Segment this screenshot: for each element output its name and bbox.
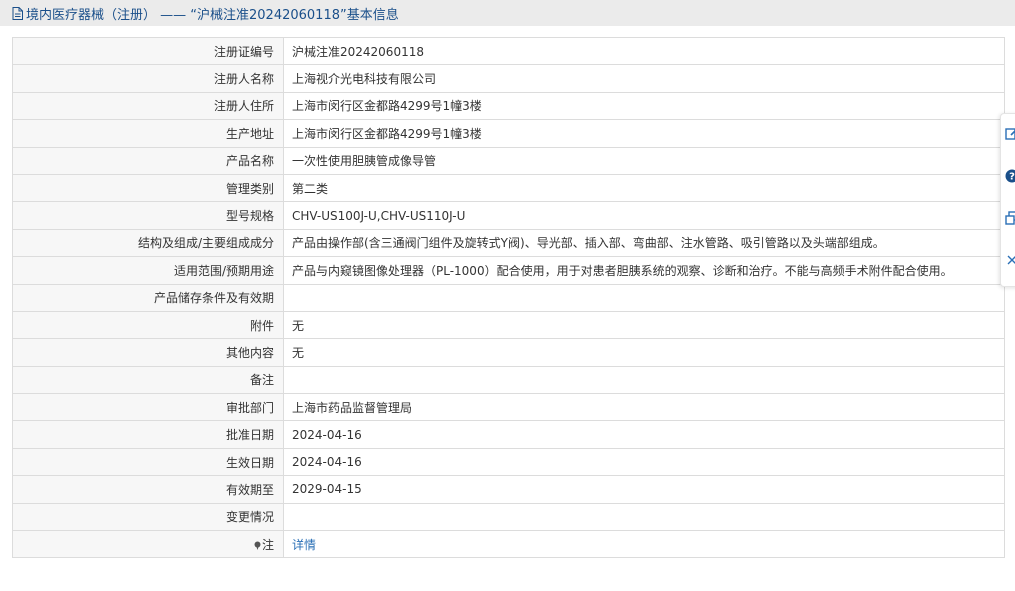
table-row: 产品储存条件及有效期 [12, 283, 1005, 312]
row-label: 型号规格 [12, 201, 284, 230]
row-label-note: 注 [12, 530, 284, 559]
copy-icon[interactable] [1005, 211, 1015, 225]
info-table-container: 注册证编号 沪械注准20242060118 注册人名称 上海视介光电科技有限公司 注册人… [12, 36, 1005, 559]
row-value: 2024-04-16 [283, 420, 1005, 449]
row-value: 上海市闵行区金都路4299号1幢3楼 [283, 91, 1005, 121]
row-value: 无 [283, 338, 1005, 367]
pin-icon [254, 541, 261, 550]
row-value: CHV-US100J-U,CHV-US110J-U [283, 201, 1005, 230]
table-row: 附件无 [12, 310, 1005, 340]
row-label: 审批部门 [12, 393, 284, 422]
table-row: 生产地址 上海市闵行区金都路4299号1幢3楼 [12, 119, 1005, 148]
table-row: 管理类别 第二类 [12, 173, 1005, 203]
edit-icon[interactable] [1005, 127, 1015, 141]
table-row: 变更情况 [12, 502, 1005, 532]
row-value: 产品与内窥镜图像处理器（PL-1000）配合使用，用于对患者胆胰系统的观察、诊断… [283, 256, 1005, 285]
row-value: 第二类 [283, 173, 1005, 203]
row-label: 变更情况 [12, 502, 284, 532]
row-value: 无 [283, 310, 1005, 340]
page-title: 境内医疗器械（注册） —— “沪械注准20242060118”基本信息 [26, 7, 399, 23]
row-value [283, 283, 1005, 312]
document-icon [12, 6, 23, 20]
row-label: 产品储存条件及有效期 [12, 283, 284, 312]
row-value: 一次性使用胆胰管成像导管 [283, 146, 1005, 175]
row-label: 有效期至 [12, 475, 284, 504]
table-row: 注册人名称 上海视介光电科技有限公司 [12, 64, 1005, 93]
row-label: 管理类别 [12, 173, 284, 203]
table-row: 有效期至 2029-04-15 [12, 475, 1005, 504]
row-value: 2029-04-15 [283, 475, 1005, 504]
table-row-note: 注 详情 [12, 530, 1005, 559]
table-row: 生效日期 2024-04-16 [12, 447, 1005, 477]
row-label: 注册人名称 [12, 64, 284, 93]
row-label: 其他内容 [12, 338, 284, 367]
page-header: 境内医疗器械（注册） —— “沪械注准20242060118”基本信息 [0, 0, 1015, 26]
row-value: 上海市药品监督管理局 [283, 393, 1005, 422]
info-table: 注册证编号 沪械注准20242060118 注册人名称 上海视介光电科技有限公司 注册人… [12, 36, 1005, 559]
table-row: 批准日期 2024-04-16 [12, 420, 1005, 449]
row-label: 注册证编号 [12, 36, 284, 66]
details-link-cell: 详情 [283, 530, 1005, 559]
row-label: 附件 [12, 310, 284, 340]
row-label: 批准日期 [12, 420, 284, 449]
row-label: 产品名称 [12, 146, 284, 175]
table-row: 备注 [12, 365, 1005, 395]
table-row: 其他内容无 [12, 338, 1005, 367]
details-link[interactable]: 详情 [292, 538, 316, 552]
note-label-text: 注 [261, 537, 274, 552]
row-label: 生效日期 [12, 447, 284, 477]
floating-toolbar: ? [1000, 113, 1015, 287]
table-row: 适用范围/预期用途 产品与内窥镜图像处理器（PL-1000）配合使用，用于对患者胆… [12, 256, 1005, 285]
row-label: 结构及组成/主要组成成分 [12, 228, 284, 258]
table-row: 型号规格 CHV-US100J-U,CHV-US110J-U [12, 201, 1005, 230]
table-row: 注册人住所 上海市闵行区金都路4299号1幢3楼 [12, 91, 1005, 121]
row-value: 上海市闵行区金都路4299号1幢3楼 [283, 119, 1005, 148]
row-value: 上海视介光电科技有限公司 [283, 64, 1005, 93]
row-value [283, 365, 1005, 395]
table-row: 结构及组成/主要组成成分 产品由操作部(含三通阀门组件及旋转式Y阀)、导光部、插入… [12, 228, 1005, 258]
help-icon[interactable]: ? [1005, 169, 1015, 183]
table-row: 审批部门 上海市药品监督管理局 [12, 393, 1005, 422]
row-value: 2024-04-16 [283, 447, 1005, 477]
close-icon[interactable] [1005, 253, 1015, 267]
row-label: 适用范围/预期用途 [12, 256, 284, 285]
row-label: 生产地址 [12, 119, 284, 148]
row-value: 沪械注准20242060118 [283, 36, 1005, 66]
row-value: 产品由操作部(含三通阀门组件及旋转式Y阀)、导光部、插入部、弯曲部、注水管路、吸… [283, 228, 1005, 258]
svg-text:?: ? [1009, 172, 1015, 183]
table-row: 注册证编号 沪械注准20242060118 [12, 36, 1005, 66]
table-row: 产品名称 一次性使用胆胰管成像导管 [12, 146, 1005, 175]
row-value [283, 502, 1005, 532]
row-label: 备注 [12, 365, 284, 395]
row-label: 注册人住所 [12, 91, 284, 121]
